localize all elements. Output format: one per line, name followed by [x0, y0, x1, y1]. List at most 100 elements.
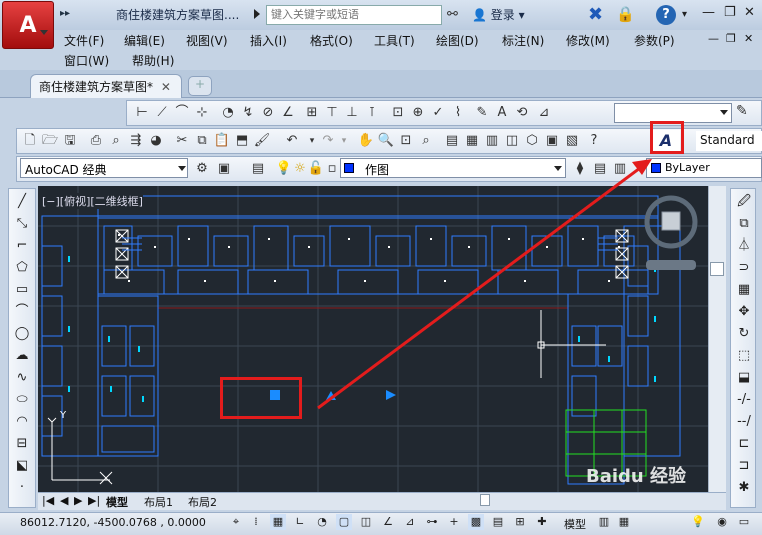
pan-icon[interactable]: ✋ — [357, 132, 375, 150]
point-icon[interactable]: · — [13, 479, 31, 497]
menu-parametric[interactable]: 参数(P) — [634, 32, 675, 49]
hardware-accel-icon[interactable]: ◉ — [714, 514, 730, 530]
arc-icon[interactable]: ⌒ — [13, 303, 31, 321]
stretch-icon[interactable]: ⬓ — [735, 369, 753, 387]
center-mark-icon[interactable]: ⊕ — [409, 104, 427, 122]
menu-edit[interactable]: 编辑(E) — [124, 32, 165, 49]
cut-icon[interactable]: ✂ — [173, 132, 191, 150]
object-snap-icon[interactable]: ▢ — [336, 514, 352, 530]
save-icon[interactable]: 🖫 — [61, 132, 79, 150]
jogged-linear-icon[interactable]: ⌇ — [449, 104, 467, 122]
menu-tools[interactable]: 工具(T) — [374, 32, 415, 49]
transparency-icon[interactable]: ▩ — [468, 514, 484, 530]
radius-icon[interactable]: ◔ — [219, 104, 237, 122]
doc-restore-button[interactable]: ❐ — [726, 32, 736, 45]
jogged-icon[interactable]: ↯ — [239, 104, 257, 122]
subscription-icon[interactable]: 🔒 — [616, 5, 635, 23]
tab-nav-prev-icon[interactable]: ◀ — [60, 494, 68, 507]
restore-button[interactable]: ❐ — [724, 5, 736, 20]
revcloud-icon[interactable]: ☁ — [13, 347, 31, 365]
binoculars-search-icon[interactable]: ⚯ — [447, 7, 458, 22]
zoom-realtime-icon[interactable]: 🔍 — [377, 132, 395, 150]
minimize-button[interactable]: — — [702, 5, 715, 20]
doc-close-button[interactable]: ✕ — [744, 32, 753, 45]
search-input[interactable] — [266, 5, 442, 25]
scale-icon[interactable]: ⬚ — [735, 347, 753, 365]
plot-icon[interactable]: ⎙ — [87, 132, 105, 150]
layer-dropdown[interactable]: 作图 — [340, 158, 566, 178]
quick-access-expand[interactable]: ▸▸ — [60, 8, 70, 19]
publish-icon[interactable]: ⇶ — [127, 132, 145, 150]
rotate-icon[interactable]: ↻ — [735, 325, 753, 343]
zoom-previous-icon[interactable]: ⌕ — [417, 132, 435, 150]
undo-icon[interactable]: ↶ — [283, 132, 301, 150]
erase-icon[interactable]: 🖉 — [735, 193, 753, 211]
menu-insert[interactable]: 插入(I) — [250, 32, 287, 49]
design-center-icon[interactable]: ▦ — [463, 132, 481, 150]
paste-special-icon[interactable]: ⬒ — [233, 132, 251, 150]
otrack-icon[interactable]: ∠ — [380, 514, 396, 530]
trim-icon[interactable]: -/- — [735, 391, 753, 409]
tab-nav-last-icon[interactable]: ▶| — [88, 494, 100, 507]
zoom-window-icon[interactable]: ⊡ — [397, 132, 415, 150]
dimtedit-icon[interactable]: A — [493, 104, 511, 122]
tab-nav-first-icon[interactable]: |◀ — [42, 494, 54, 507]
horizontal-scroll-thumb[interactable] — [480, 494, 490, 506]
linear-dimension-icon[interactable]: ⊢ — [133, 104, 151, 122]
quickcalc-icon[interactable]: ▣ — [543, 132, 561, 150]
selection-cycling-icon[interactable]: ⊞ — [512, 514, 528, 530]
grid-display-icon[interactable]: ▦ — [270, 514, 286, 530]
tolerance-icon[interactable]: ⊡ — [389, 104, 407, 122]
dimupdate-icon[interactable]: ⟲ — [513, 104, 531, 122]
array-icon[interactable]: ▦ — [735, 281, 753, 299]
join-icon[interactable]: ⊐ — [735, 457, 753, 475]
coordinate-readout[interactable]: 86012.7120, -4500.0768 , 0.0000 — [20, 516, 206, 529]
help-button[interactable]: ? — [656, 5, 676, 25]
infer-constraints-icon[interactable]: ⌖ — [228, 514, 244, 530]
aligned-dimension-icon[interactable]: ⟋ — [153, 104, 171, 122]
break-icon[interactable]: ⊏ — [735, 435, 753, 453]
polar-tracking-icon[interactable]: ◔ — [314, 514, 330, 530]
line-icon[interactable]: ╱ — [13, 193, 31, 211]
close-tab-icon[interactable]: ✕ — [161, 80, 171, 94]
tool-palettes-icon[interactable]: ▥ — [483, 132, 501, 150]
new-file-icon[interactable]: 🗋 — [21, 132, 39, 150]
layer-previous-icon[interactable]: ▤ — [591, 160, 609, 178]
polygon-icon[interactable]: ⬠ — [13, 259, 31, 277]
ducs-icon[interactable]: ⊿ — [402, 514, 418, 530]
isolate-objects-icon[interactable]: 💡 — [690, 514, 706, 530]
annotation-monitor-icon[interactable]: ✚ — [534, 514, 550, 530]
dimspace-icon[interactable]: ⊺ — [363, 104, 381, 122]
snap-mode-icon[interactable]: ⁞ — [248, 514, 264, 530]
ellipse-arc-icon[interactable]: ◠ — [13, 413, 31, 431]
insert-block-icon[interactable]: ⊟ — [13, 435, 31, 453]
help-dropdown-icon[interactable]: ▾ — [682, 9, 687, 20]
copy-object-icon[interactable]: ⧉ — [735, 215, 753, 233]
spline-icon[interactable]: ∿ — [13, 369, 31, 387]
menu-help[interactable]: 帮助(H) — [132, 52, 174, 69]
tab-layout2[interactable]: 布局2 — [188, 494, 217, 510]
menu-dimension[interactable]: 标注(N) — [502, 32, 544, 49]
dimstyle-manager-icon[interactable]: ✎ — [736, 103, 748, 119]
login-button[interactable]: 👤 登录 ▾ — [472, 6, 525, 23]
model-space-button[interactable]: 模型 — [564, 516, 586, 532]
menu-format[interactable]: 格式(O) — [310, 32, 353, 49]
menu-window[interactable]: 窗口(W) — [64, 52, 109, 69]
mirror-icon[interactable]: ⏃ — [735, 237, 753, 255]
doc-minimize-button[interactable]: — — [708, 32, 719, 45]
document-tab[interactable]: 商住楼建筑方案草图* ✕ — [30, 74, 182, 98]
viewcube[interactable] — [640, 192, 702, 276]
inspect-icon[interactable]: ✓ — [429, 104, 447, 122]
baseline-icon[interactable]: ⊤ — [323, 104, 341, 122]
calculator-icon[interactable]: ▧ — [563, 132, 581, 150]
arc-length-icon[interactable]: ⌒ — [173, 104, 191, 122]
tab-layout1[interactable]: 布局1 — [144, 494, 173, 510]
ellipse-icon[interactable]: ⬭ — [13, 391, 31, 409]
application-menu-button[interactable]: A — [2, 1, 54, 49]
quick-dimension-icon[interactable]: ⊞ — [303, 104, 321, 122]
lineweight-icon[interactable]: + — [446, 514, 462, 530]
menu-view[interactable]: 视图(V) — [186, 32, 228, 49]
text-style-dropdown[interactable]: Standard — [696, 131, 762, 151]
exchange-apps-icon[interactable]: ✖ — [588, 4, 603, 25]
dimstyle-icon[interactable]: ⊿ — [535, 104, 553, 122]
